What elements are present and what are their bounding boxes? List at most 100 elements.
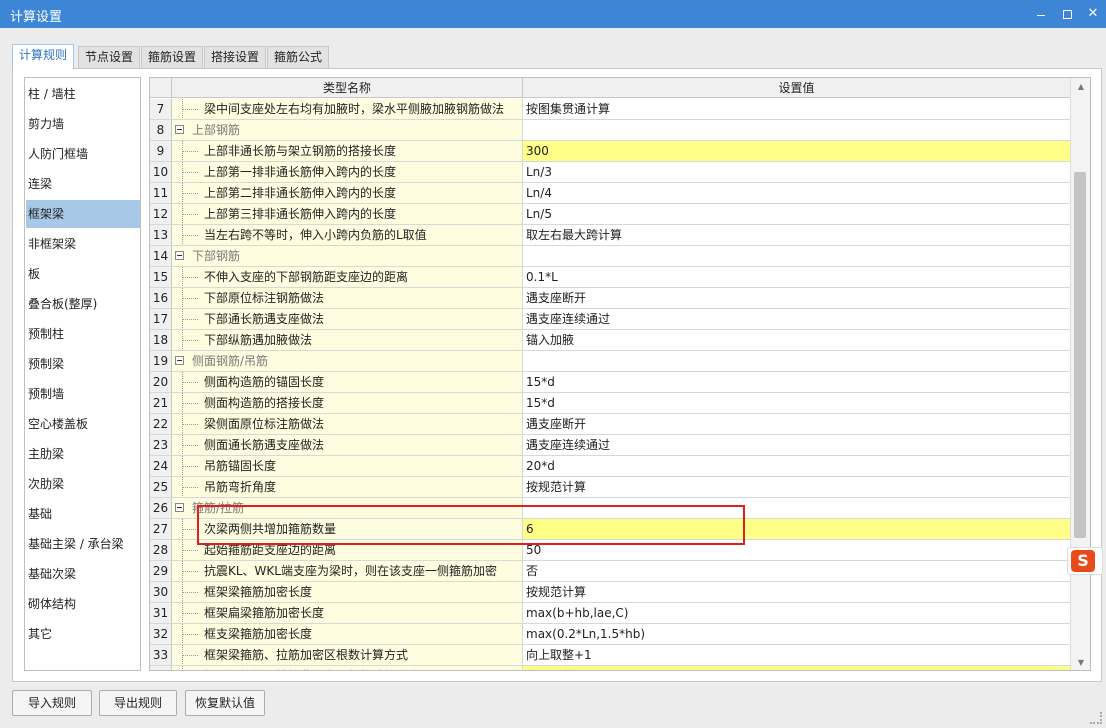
maximize-button[interactable] bbox=[1054, 3, 1080, 25]
setting-value[interactable]: 遇支座断开 bbox=[523, 288, 1070, 308]
table-row[interactable]: 15 不伸入支座的下部钢筋距支座边的距离 0.1*L bbox=[150, 267, 1070, 288]
sidebar-item[interactable]: 基础 bbox=[26, 500, 140, 528]
sidebar-item[interactable]: 主肋梁 bbox=[26, 440, 140, 468]
sidebar-item[interactable]: 空心楼盖板 bbox=[26, 410, 140, 438]
table-row[interactable]: 27 次梁两侧共增加箍筋数量 6 bbox=[150, 519, 1070, 540]
table-row[interactable]: 29 抗震KL、WKL端支座为梁时，则在该支座一侧箍筋加密 否 bbox=[150, 561, 1070, 582]
setting-value[interactable]: 20*d bbox=[523, 456, 1070, 476]
table-row[interactable]: 31 框架扁梁箍筋加密长度 max(b+hb,lae,C) bbox=[150, 603, 1070, 624]
scroll-up-icon[interactable]: ▲ bbox=[1071, 78, 1090, 96]
setting-value[interactable]: max(0.2*Ln,1.5*hb) bbox=[523, 624, 1070, 644]
setting-value[interactable]: 否 bbox=[523, 561, 1070, 581]
table-row[interactable]: 7 梁中间支座处左右均有加腋时，梁水平侧腋加腋钢筋做法 按图集贯通计算 bbox=[150, 99, 1070, 120]
name-column-header[interactable]: 类型名称 bbox=[172, 78, 523, 98]
table-row[interactable]: 17 下部通长筋遇支座做法 遇支座连续通过 bbox=[150, 309, 1070, 330]
sidebar-item[interactable]: 预制墙 bbox=[26, 380, 140, 408]
sidebar-item[interactable]: 预制梁 bbox=[26, 350, 140, 378]
collapse-icon[interactable] bbox=[175, 251, 184, 260]
setting-value[interactable]: 300 bbox=[523, 141, 1070, 161]
sidebar-item[interactable]: 基础主梁 / 承台梁 bbox=[26, 530, 140, 558]
setting-value[interactable]: 15*d bbox=[523, 372, 1070, 392]
sidebar-item[interactable]: 预制柱 bbox=[26, 320, 140, 348]
sidebar-item[interactable]: 砌体结构 bbox=[26, 590, 140, 618]
table-row[interactable]: 32 框支梁箍筋加密长度 max(0.2*Ln,1.5*hb) bbox=[150, 624, 1070, 645]
table-row[interactable]: 22 梁侧面原位标注筋做法 遇支座断开 bbox=[150, 414, 1070, 435]
table-row[interactable]: 21 侧面构造筋的搭接长度 15*d bbox=[150, 393, 1070, 414]
setting-value[interactable]: 遇支座断开 bbox=[523, 414, 1070, 434]
table-row[interactable]: 25 吊筋弯折角度 按规范计算 bbox=[150, 477, 1070, 498]
value-column-header[interactable]: 设置值 bbox=[523, 78, 1070, 98]
minimize-button[interactable] bbox=[1028, 3, 1054, 25]
resize-grip-icon[interactable] bbox=[1090, 712, 1102, 724]
tab-stirrup-formula[interactable]: 箍筋公式 bbox=[267, 46, 330, 68]
setting-value[interactable]: 遇支座连续通过 bbox=[523, 309, 1070, 329]
table-row[interactable]: 9 上部非通长筋与架立钢筋的搭接长度 300 bbox=[150, 141, 1070, 162]
setting-value[interactable]: 取左右最大跨计算 bbox=[523, 225, 1070, 245]
import-rules-button[interactable]: 导入规则 bbox=[12, 690, 92, 716]
setting-value[interactable] bbox=[523, 246, 1070, 266]
sidebar-item[interactable]: 非框架梁 bbox=[26, 230, 140, 258]
sidebar-item[interactable]: 其它 bbox=[26, 620, 140, 648]
collapse-icon[interactable] bbox=[175, 356, 184, 365]
table-row[interactable]: 20 侧面构造筋的锚固长度 15*d bbox=[150, 372, 1070, 393]
export-rules-button[interactable]: 导出规则 bbox=[99, 690, 177, 716]
setting-name-text: 上部第二排非通长筋伸入跨内的长度 bbox=[204, 186, 397, 200]
setting-value[interactable]: 按图集贯通计算 bbox=[523, 99, 1070, 119]
setting-value[interactable]: 按规范计算 bbox=[523, 477, 1070, 497]
table-row[interactable]: 18 下部纵筋遇加腋做法 锚入加腋 bbox=[150, 330, 1070, 351]
table-row[interactable]: 10 上部第一排非通长筋伸入跨内的长度 Ln/3 bbox=[150, 162, 1070, 183]
table-row[interactable]: 11 上部第二排非通长筋伸入跨内的长度 Ln/4 bbox=[150, 183, 1070, 204]
sidebar-item[interactable]: 连梁 bbox=[26, 170, 140, 198]
table-row[interactable]: 30 框架梁箍筋加密长度 按规范计算 bbox=[150, 582, 1070, 603]
scroll-thumb[interactable] bbox=[1074, 172, 1086, 538]
collapse-icon[interactable] bbox=[175, 125, 184, 134]
table-row[interactable]: 16 下部原位标注钢筋做法 遇支座断开 bbox=[150, 288, 1070, 309]
setting-value[interactable]: 15*d bbox=[523, 393, 1070, 413]
table-row[interactable]: 24 吊筋锚固长度 20*d bbox=[150, 456, 1070, 477]
setting-value[interactable]: 向上取整+1 bbox=[523, 645, 1070, 665]
setting-value[interactable] bbox=[523, 120, 1070, 140]
setting-value[interactable]: max(b+hb,lae,C) bbox=[523, 603, 1070, 623]
vertical-scrollbar[interactable]: ▲ ▼ bbox=[1070, 78, 1090, 670]
group-row[interactable]: 26 箍筋/拉筋 bbox=[150, 498, 1070, 519]
scroll-down-icon[interactable]: ▼ bbox=[1071, 654, 1090, 670]
table-row[interactable]: 12 上部第三排非通长筋伸入跨内的长度 Ln/5 bbox=[150, 204, 1070, 225]
setting-value[interactable]: 锚入加腋 bbox=[523, 330, 1070, 350]
setting-value[interactable]: Ln/3 bbox=[523, 162, 1070, 182]
tab-lap-settings[interactable]: 搭接设置 bbox=[204, 46, 267, 68]
setting-value[interactable]: 0.1*L bbox=[523, 267, 1070, 287]
table-row[interactable]: 28 起始箍筋距支座边的距离 50 bbox=[150, 540, 1070, 561]
tab-node-settings[interactable]: 节点设置 bbox=[78, 46, 141, 68]
sidebar-item[interactable]: 基础次梁 bbox=[26, 560, 140, 588]
sidebar-item[interactable]: 叠合板(整厚) bbox=[26, 290, 140, 318]
setting-value[interactable]: 50 bbox=[523, 540, 1070, 560]
sidebar-item[interactable]: 次肋梁 bbox=[26, 470, 140, 498]
setting-value[interactable]: 按规范计算 bbox=[523, 582, 1070, 602]
restore-defaults-button[interactable]: 恢复默认值 bbox=[185, 690, 265, 716]
setting-value[interactable] bbox=[523, 351, 1070, 371]
setting-value[interactable]: 6 bbox=[523, 519, 1070, 539]
sidebar-item[interactable]: 板 bbox=[26, 260, 140, 288]
ime-toolbar[interactable]: S bbox=[1067, 547, 1103, 575]
group-row[interactable]: 19 侧面钢筋/吊筋 bbox=[150, 351, 1070, 372]
setting-value[interactable]: 遇支座连续通过 bbox=[523, 435, 1070, 455]
table-row[interactable]: 23 侧面通长筋遇支座做法 遇支座连续通过 bbox=[150, 435, 1070, 456]
collapse-icon[interactable] bbox=[175, 503, 184, 512]
tab-stirrup-settings[interactable]: 箍筋设置 bbox=[141, 46, 204, 68]
sidebar-item[interactable]: 框架梁 bbox=[26, 200, 140, 228]
tab-calc-rules[interactable]: 计算规则 bbox=[12, 44, 75, 69]
setting-value[interactable] bbox=[523, 498, 1070, 518]
table-row[interactable]: 33 框架梁箍筋、拉筋加密区根数计算方式 向上取整+1 bbox=[150, 645, 1070, 666]
close-button[interactable]: ✕ bbox=[1080, 3, 1106, 25]
sidebar-item[interactable]: 剪力墙 bbox=[26, 110, 140, 138]
sidebar-item[interactable]: 柱 / 墙柱 bbox=[26, 80, 140, 108]
setting-name: 下部纵筋遇加腋做法 bbox=[172, 330, 523, 350]
group-row[interactable]: 8 上部钢筋 bbox=[150, 120, 1070, 141]
setting-value[interactable]: 向上取整-1 bbox=[523, 666, 1070, 670]
group-row[interactable]: 14 下部钢筋 bbox=[150, 246, 1070, 267]
table-row[interactable]: 34 框架梁箍筋、拉筋非加密区根数计算方式 向上取整-1 bbox=[150, 666, 1070, 670]
setting-value[interactable]: Ln/4 bbox=[523, 183, 1070, 203]
table-row[interactable]: 13 当左右跨不等时，伸入小跨内负筋的L取值 取左右最大跨计算 bbox=[150, 225, 1070, 246]
setting-value[interactable]: Ln/5 bbox=[523, 204, 1070, 224]
sidebar-item[interactable]: 人防门框墙 bbox=[26, 140, 140, 168]
